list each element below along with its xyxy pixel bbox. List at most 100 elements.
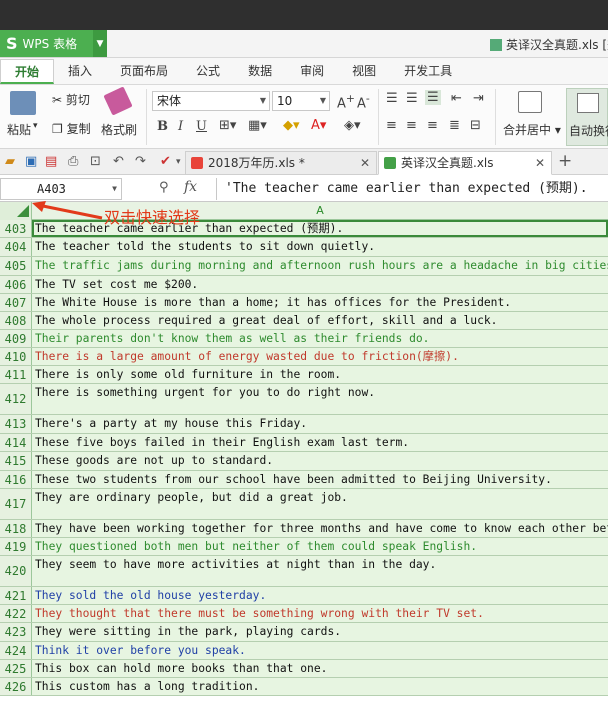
table-row[interactable]: 407 The White House is more than a home; …	[0, 294, 608, 312]
cell-a[interactable]: The White House is more than a home; it …	[32, 294, 608, 311]
spreadsheet-grid[interactable]: 403 The teacher came earlier than expecte…	[0, 220, 608, 705]
align-left-icon[interactable]: ≡	[386, 118, 397, 133]
row-number[interactable]: 412	[0, 384, 32, 414]
cell-a[interactable]: They were sitting in the park, playing c…	[32, 623, 608, 641]
formula-input[interactable]: 'The teacher came earlier than expected …	[216, 178, 608, 200]
search-icon[interactable]: ⚲	[159, 180, 169, 195]
merge-center-button[interactable]: 合并居中 ▾	[503, 121, 561, 138]
table-row[interactable]: 421 They sold the old house yesterday.	[0, 587, 608, 605]
cell-a[interactable]: Their parents don't know them as well as…	[32, 330, 608, 347]
row-number[interactable]: 413	[0, 415, 32, 433]
cell-a[interactable]: There is only some old furniture in the …	[32, 366, 608, 383]
row-number[interactable]: 403	[0, 220, 32, 237]
font-color-icon[interactable]: A▾	[311, 118, 326, 133]
cell-a[interactable]: They sold the old house yesterday.	[32, 587, 608, 604]
table-row[interactable]: 424 Think it over before you speak.	[0, 642, 608, 660]
name-box[interactable]: A403 ▼	[0, 178, 122, 200]
tab-page-layout[interactable]: 页面布局	[106, 59, 182, 84]
font-name-select[interactable]: 宋体 ▼	[152, 91, 270, 111]
print-preview-icon[interactable]: ⊡	[90, 154, 101, 169]
borders-icon[interactable]: ⊞▾	[219, 118, 236, 133]
tab-home[interactable]: 开始	[0, 59, 55, 84]
row-number[interactable]: 425	[0, 660, 32, 677]
tab-view[interactable]: 视图	[338, 59, 390, 84]
paste-dropdown-icon[interactable]: ▾	[33, 121, 38, 131]
app-menu-button[interactable]: S WPS 表格 ▼	[0, 30, 107, 57]
row-number[interactable]: 426	[0, 678, 32, 695]
row-number[interactable]: 419	[0, 538, 32, 555]
table-row[interactable]: 406 The TV set cost me $200.	[0, 276, 608, 294]
underline-button[interactable]: U	[196, 119, 207, 134]
table-row[interactable]: 410 There is a large amount of energy was…	[0, 348, 608, 366]
cell-a[interactable]: The whole process required a great deal …	[32, 312, 608, 329]
cut-button[interactable]: ✂ 剪切	[52, 91, 90, 108]
align-bottom-icon[interactable]: ☰	[425, 90, 441, 105]
align-top-icon[interactable]: ☰	[386, 91, 398, 106]
cell-a[interactable]: The traffic jams during morning and afte…	[32, 257, 608, 275]
table-row[interactable]: 415 These goods are not up to standard.	[0, 452, 608, 471]
merge-center-icon[interactable]	[518, 91, 542, 113]
table-row[interactable]: 405 The traffic jams during morning and a…	[0, 257, 608, 276]
bold-button[interactable]: B	[157, 119, 168, 134]
table-row[interactable]: 420 They seem to have more activities at …	[0, 556, 608, 587]
table-row[interactable]: 413 There's a party at my house this Frid…	[0, 415, 608, 434]
cell-a[interactable]: These two students from our school have …	[32, 471, 608, 488]
table-row[interactable]: 419 They questioned both men but neither …	[0, 538, 608, 556]
format-painter-button[interactable]: 格式刷	[101, 121, 137, 138]
row-number[interactable]: 417	[0, 489, 32, 519]
cell-a[interactable]: They seem to have more activities at nig…	[32, 556, 608, 586]
table-row[interactable]: 426 This custom has a long tradition.	[0, 678, 608, 696]
fill-color-icon[interactable]: ◆▾	[283, 118, 300, 133]
increase-font-icon[interactable]: A+	[337, 92, 355, 111]
row-number[interactable]: 407	[0, 294, 32, 311]
chevron-down-icon[interactable]: ▼	[93, 30, 107, 57]
table-row[interactable]: 417 They are ordinary people, but did a g…	[0, 489, 608, 520]
format-painter-icon[interactable]	[103, 86, 133, 116]
cell-a[interactable]: There's a party at my house this Friday.	[32, 415, 608, 433]
row-number[interactable]: 408	[0, 312, 32, 329]
cell-a[interactable]: They are ordinary people, but did a grea…	[32, 489, 608, 519]
close-icon[interactable]: ✕	[535, 152, 545, 174]
paste-button[interactable]: 粘贴	[7, 121, 31, 138]
tab-insert[interactable]: 插入	[54, 59, 106, 84]
close-icon[interactable]: ✕	[360, 152, 370, 174]
align-center-icon[interactable]: ≡	[406, 118, 417, 133]
cell-a[interactable]: The teacher told the students to sit dow…	[32, 238, 608, 256]
justify-icon[interactable]: ≣	[449, 118, 460, 133]
table-row[interactable]: 412 There is something urgent for you to …	[0, 384, 608, 415]
save-icon[interactable]: ▣	[25, 154, 37, 169]
cell-a[interactable]: This box can hold more books than that o…	[32, 660, 608, 677]
distribute-icon[interactable]: ⊟	[470, 118, 481, 133]
row-number[interactable]: 422	[0, 605, 32, 622]
autowrap-button[interactable]: 自动换行	[566, 88, 608, 146]
font-size-select[interactable]: 10 ▼	[272, 91, 330, 111]
copy-button[interactable]: ❐ 复制	[52, 120, 91, 137]
cell-a[interactable]: Think it over before you speak.	[32, 642, 608, 659]
table-row[interactable]: 408 The whole process required a great de…	[0, 312, 608, 330]
table-row[interactable]: 409 Their parents don't know them as well…	[0, 330, 608, 348]
row-number[interactable]: 411	[0, 366, 32, 383]
row-number[interactable]: 416	[0, 471, 32, 488]
row-number[interactable]: 410	[0, 348, 32, 365]
table-row[interactable]: 422 They thought that there must be somet…	[0, 605, 608, 623]
row-number[interactable]: 420	[0, 556, 32, 586]
open-folder-icon[interactable]: ▰	[5, 154, 15, 169]
table-row[interactable]: 416 These two students from our school ha…	[0, 471, 608, 489]
quick-access-dropdown-icon[interactable]: ▾	[176, 157, 181, 167]
row-number[interactable]: 405	[0, 257, 32, 275]
redo-icon[interactable]: ↷	[135, 154, 146, 169]
clear-format-icon[interactable]: ◈▾	[344, 118, 361, 133]
table-row[interactable]: 425 This box can hold more books than tha…	[0, 660, 608, 678]
align-middle-icon[interactable]: ☰	[406, 91, 418, 106]
row-number[interactable]: 424	[0, 642, 32, 659]
align-right-icon[interactable]: ≡	[427, 118, 438, 133]
cell-a[interactable]: There is a large amount of energy wasted…	[32, 348, 608, 365]
cell-a[interactable]: These five boys failed in their English …	[32, 434, 608, 451]
row-number[interactable]: 406	[0, 276, 32, 293]
doc-tab-translation[interactable]: 英译汉全真题.xls ✕	[378, 151, 552, 175]
paste-icon[interactable]	[10, 91, 36, 115]
indent-decrease-icon[interactable]: ⇤	[451, 91, 462, 106]
cell-a[interactable]: They thought that there must be somethin…	[32, 605, 608, 622]
undo-icon[interactable]: ↶	[113, 154, 124, 169]
pin-icon[interactable]: ✔	[160, 154, 171, 169]
